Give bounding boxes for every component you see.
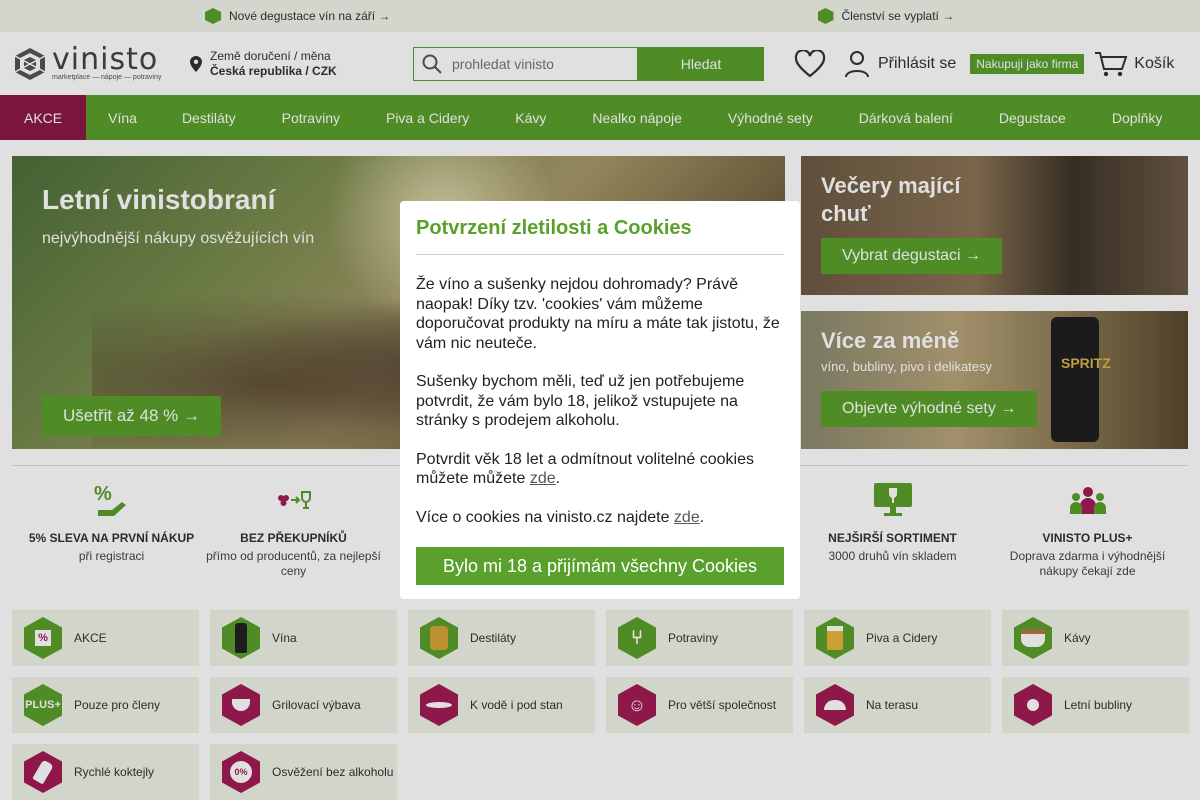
modal-paragraph-reject: Potvrdit věk 18 let a odmítnout voliteln… (416, 450, 754, 488)
reject-cookies-link[interactable]: zde (530, 470, 556, 487)
modal-title: Potvrzení zletilosti a Cookies (416, 217, 784, 255)
modal-paragraph-age: Sušenky bychom měli, teď už jen potřebuj… (416, 373, 745, 429)
modal-paragraph-more-info: Více o cookies na vinisto.cz najdete zde… (416, 508, 705, 526)
more-info-text: Více o cookies na vinisto.cz najdete (416, 508, 674, 526)
reject-text: Potvrdit věk 18 let a odmítnout voliteln… (416, 450, 754, 488)
accept-all-cookies-button[interactable]: Bylo mi 18 a přijímám všechny Cookies (416, 547, 784, 585)
cookie-info-link[interactable]: zde (674, 509, 700, 526)
age-cookie-modal: Potvrzení zletilosti a Cookies Že víno a… (400, 201, 800, 599)
modal-paragraph-cookies: Že víno a sušenky nejdou dohromady? Práv… (416, 276, 780, 352)
